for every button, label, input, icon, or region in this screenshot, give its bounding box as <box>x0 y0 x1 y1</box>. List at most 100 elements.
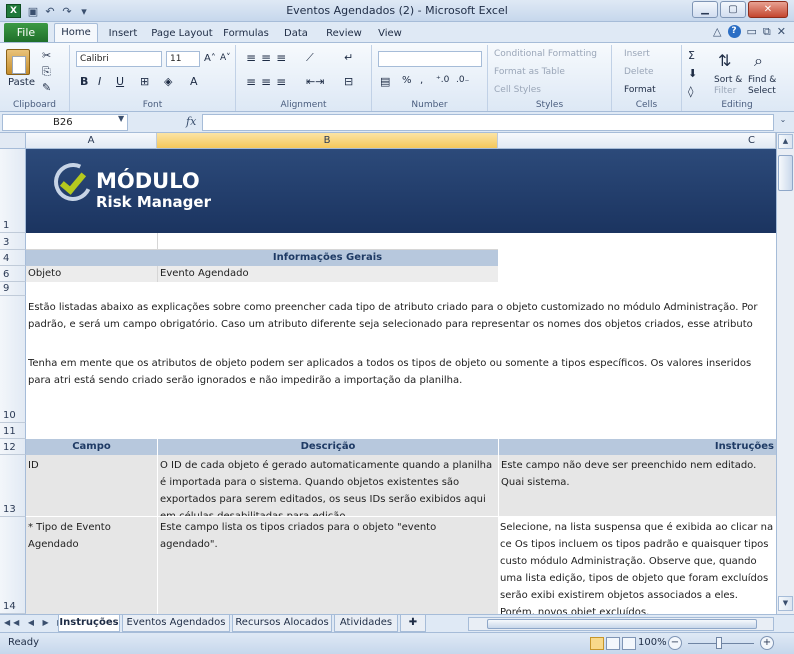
row-header-11[interactable]: 11 <box>0 423 26 439</box>
underline-button[interactable]: U <box>116 75 124 88</box>
row-header-13[interactable]: 13 <box>0 455 26 517</box>
header-descricao[interactable]: Descrição <box>157 439 498 455</box>
wrap-text-icon[interactable]: ↵ <box>344 51 353 64</box>
sort-filter-label-2[interactable]: Filter <box>714 86 736 96</box>
cell-styles-button[interactable]: Cell Styles <box>494 85 541 95</box>
workbook-close-icon[interactable]: ✕ <box>777 25 786 39</box>
conditional-formatting-button[interactable]: Conditional Formatting <box>494 49 597 59</box>
intro-paragraph-1[interactable]: Estão listadas abaixo as explicações sob… <box>28 299 776 333</box>
insert-cells-button[interactable]: Insert <box>624 49 650 59</box>
tab-formulas[interactable]: Formulas <box>220 25 272 42</box>
intro-paragraph-2[interactable]: Tenha em mente que os atributos de objet… <box>28 355 776 389</box>
number-format-select[interactable] <box>378 51 482 67</box>
horizontal-align-icons[interactable]: ≡≡≡ <box>246 75 291 89</box>
format-as-table-button[interactable]: Format as Table <box>494 67 565 77</box>
sheet-tab-eventos-agendados[interactable]: Eventos Agendados <box>122 615 230 632</box>
font-name-select[interactable]: Calibri <box>76 51 162 67</box>
row14-instrucoes-cell[interactable]: Selecione, na lista suspensa que é exibi… <box>498 517 776 614</box>
accounting-format-icon[interactable]: ▤ <box>380 75 390 88</box>
name-box[interactable]: B26 <box>2 114 128 131</box>
cut-icon[interactable]: ✂ <box>42 49 51 62</box>
bold-button[interactable]: B <box>80 75 88 88</box>
paste-icon[interactable] <box>6 49 30 75</box>
maximize-button[interactable]: ▢ <box>720 1 746 18</box>
comma-button[interactable]: , <box>420 75 423 86</box>
help-icon[interactable]: ? <box>727 25 741 38</box>
find-select-icon[interactable]: ⌕ <box>754 51 763 71</box>
tab-page-layout[interactable]: Page Layout <box>150 25 214 42</box>
page-layout-view-icon[interactable] <box>606 637 620 650</box>
row-header-6[interactable]: 6 <box>0 266 26 282</box>
zoom-slider-thumb[interactable] <box>716 637 722 649</box>
find-select-label-2[interactable]: Select <box>748 86 776 96</box>
formula-input[interactable] <box>202 114 774 131</box>
sort-filter-icon[interactable]: ⇅ <box>718 51 731 70</box>
row13-instrucoes-cell[interactable]: Este campo não deve ser preenchido nem e… <box>498 455 776 517</box>
horizontal-scroll-thumb[interactable] <box>487 619 757 629</box>
column-header-a[interactable]: A <box>26 133 157 149</box>
tab-insert[interactable]: Insert <box>102 25 144 42</box>
worksheet-grid[interactable]: A B C 1 3 4 6 9 10 11 12 13 14 MÓDULO Ri… <box>0 133 776 614</box>
select-all-corner[interactable] <box>0 133 26 149</box>
fill-color-icon[interactable]: ◈ <box>164 75 172 88</box>
zoom-in-button[interactable]: + <box>760 636 774 650</box>
row-header-4[interactable]: 4 <box>0 250 26 266</box>
row-header-9[interactable]: 9 <box>0 282 26 296</box>
row-header-3[interactable]: 3 <box>0 233 26 250</box>
tab-review[interactable]: Review <box>322 25 366 42</box>
grow-font-icon[interactable]: A˄ <box>204 53 216 64</box>
expand-formula-bar-icon[interactable]: ⌄ <box>776 115 790 130</box>
tab-view[interactable]: View <box>372 25 408 42</box>
header-campo[interactable]: Campo <box>26 439 157 455</box>
increase-decimal-icon[interactable]: ⁺.0 <box>436 75 449 85</box>
normal-view-icon[interactable] <box>590 637 604 650</box>
workbook-restore-icon[interactable]: ⧉ <box>763 25 771 39</box>
vertical-scrollbar[interactable]: ▲ ▼ <box>776 133 794 614</box>
vertical-scroll-thumb[interactable] <box>778 155 793 191</box>
copy-icon[interactable]: ⎘ <box>42 65 51 79</box>
workbook-minimize-icon[interactable]: ▭ <box>747 25 757 39</box>
tab-home[interactable]: Home <box>54 23 98 43</box>
row13-campo-cell[interactable]: ID <box>26 455 157 517</box>
name-box-dropdown-icon[interactable]: ▼ <box>118 114 124 123</box>
format-cells-button[interactable]: Format <box>624 85 656 95</box>
row14-campo-cell[interactable]: * Tipo de Evento Agendado <box>26 517 157 614</box>
scroll-up-icon[interactable]: ▲ <box>778 134 793 149</box>
column-header-c[interactable]: C <box>498 133 776 149</box>
row-header-12[interactable]: 12 <box>0 439 26 455</box>
page-break-view-icon[interactable] <box>622 637 636 650</box>
header-instrucoes[interactable]: Instruções <box>498 439 776 455</box>
ribbon-minimize-icon[interactable]: △ <box>713 25 721 39</box>
row13-descricao-cell[interactable]: O ID de cada objeto é gerado automaticam… <box>157 455 498 517</box>
decrease-decimal-icon[interactable]: .0₋ <box>456 75 469 85</box>
fill-icon[interactable]: ⬇ <box>688 67 697 80</box>
orientation-icon[interactable]: ⟋ <box>306 51 314 65</box>
objeto-label-cell[interactable]: Objeto <box>26 266 157 282</box>
borders-icon[interactable]: ⊞ <box>140 75 149 88</box>
minimize-button[interactable]: ▁ <box>692 1 718 18</box>
vertical-align-icons[interactable]: ≡≡≡ <box>246 51 291 65</box>
italic-button[interactable]: I <box>98 75 101 88</box>
sort-filter-label-1[interactable]: Sort & <box>714 75 742 85</box>
info-header-cell[interactable]: Informações Gerais <box>26 250 498 266</box>
font-color-icon[interactable]: A <box>190 75 198 88</box>
row-header-14[interactable]: 14 <box>0 517 26 614</box>
sheet-tab-atividades[interactable]: Atividades <box>334 615 398 632</box>
autosum-button[interactable]: Σ <box>688 49 695 62</box>
shrink-font-icon[interactable]: A˅ <box>220 53 231 63</box>
objeto-value-cell[interactable]: Evento Agendado <box>157 266 498 282</box>
find-select-label-1[interactable]: Find & <box>748 75 776 85</box>
row-header-1[interactable]: 1 <box>0 149 26 233</box>
insert-worksheet-icon[interactable]: ✚ <box>400 615 426 632</box>
paste-button[interactable]: Paste <box>8 77 35 88</box>
zoom-out-button[interactable]: − <box>668 636 682 650</box>
zoom-level[interactable]: 100% <box>638 637 667 648</box>
format-painter-icon[interactable]: ✎ <box>42 81 51 94</box>
insert-function-button[interactable]: fx <box>186 115 196 128</box>
sheet-tab-instrucoes[interactable]: Instruções <box>58 615 120 632</box>
scroll-down-icon[interactable]: ▼ <box>778 596 793 611</box>
tab-data[interactable]: Data <box>278 25 314 42</box>
font-size-select[interactable]: 11 <box>166 51 200 67</box>
horizontal-scrollbar[interactable] <box>468 617 774 631</box>
delete-cells-button[interactable]: Delete <box>624 67 654 77</box>
